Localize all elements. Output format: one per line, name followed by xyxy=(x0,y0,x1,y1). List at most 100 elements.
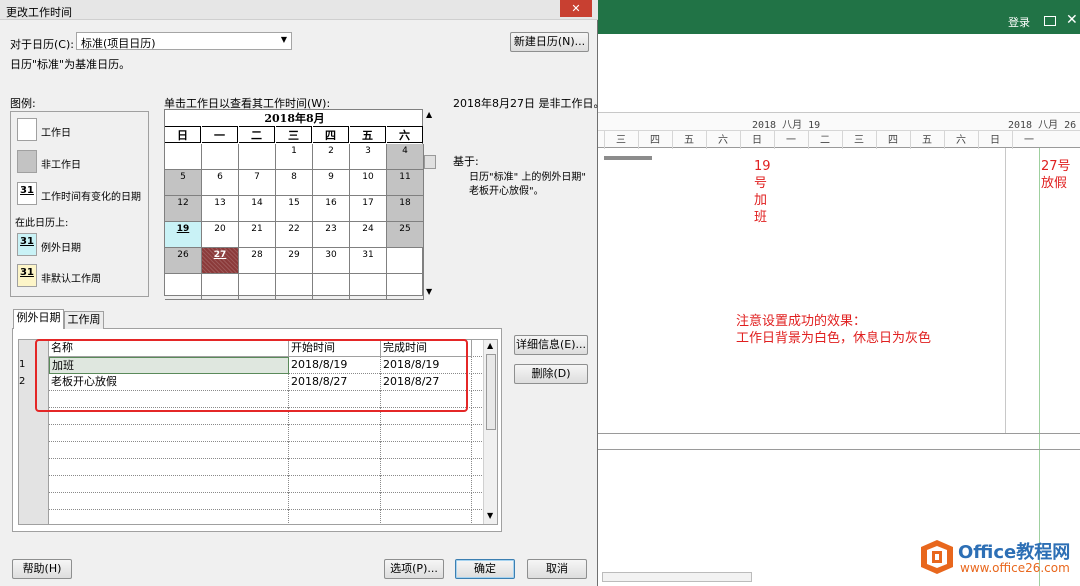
calendar-day-cell[interactable]: 19 xyxy=(165,222,202,248)
calendar-day-cell[interactable]: 8 xyxy=(276,170,313,196)
scroll-thumb[interactable] xyxy=(486,354,496,430)
calendar-day-cell[interactable]: 10 xyxy=(350,170,387,196)
calendar-day-cell[interactable]: 31 xyxy=(350,248,387,274)
delete-button[interactable]: 删除(D) xyxy=(514,364,588,384)
calendar-day-cell[interactable]: 11 xyxy=(387,170,424,196)
gantt-chart-area[interactable] xyxy=(598,148,1080,586)
vertical-scrollbar[interactable]: ▲ ▼ xyxy=(483,340,498,524)
calendar-day-cell[interactable]: 23 xyxy=(313,222,350,248)
cell-start[interactable] xyxy=(289,510,381,525)
calendar-day-cell[interactable]: 30 xyxy=(313,248,350,274)
horizontal-scrollbar[interactable] xyxy=(602,572,752,582)
calendar-day-cell[interactable]: 22 xyxy=(276,222,313,248)
cell-start[interactable] xyxy=(289,425,381,442)
calendar-day-cell[interactable]: 12 xyxy=(165,196,202,222)
calendar-day-cell[interactable]: 18 xyxy=(387,196,424,222)
calendar-day-cell[interactable]: 25 xyxy=(387,222,424,248)
scroll-up-icon[interactable]: ▲ xyxy=(487,341,493,350)
table-row[interactable] xyxy=(19,510,482,525)
gantt-day-label: 一 xyxy=(1012,131,1045,149)
row-number[interactable] xyxy=(19,476,49,493)
table-row[interactable] xyxy=(19,442,482,459)
cell-start[interactable] xyxy=(289,476,381,493)
calendar-day-cell[interactable] xyxy=(239,274,276,300)
row-number[interactable] xyxy=(19,425,49,442)
cell-name[interactable] xyxy=(49,459,289,476)
calendar-day-cell[interactable]: 5 xyxy=(165,170,202,196)
calendar-month-title: 2018年8月 xyxy=(165,110,424,125)
scroll-down-icon[interactable]: ▼ xyxy=(426,287,432,296)
calendar-day-cell[interactable] xyxy=(202,144,239,170)
row-number[interactable] xyxy=(19,442,49,459)
calendar-day-cell[interactable] xyxy=(202,274,239,300)
cancel-button[interactable]: 取消 xyxy=(527,559,587,579)
calendar-scroll-thumb[interactable] xyxy=(424,155,436,169)
cell-start[interactable] xyxy=(289,493,381,510)
calendar-day-cell[interactable] xyxy=(387,248,424,274)
calendar-day-cell[interactable]: 17 xyxy=(350,196,387,222)
calendar-day-cell[interactable]: 1 xyxy=(276,144,313,170)
calendar-day-cell[interactable]: 14 xyxy=(239,196,276,222)
calendar-day-cell[interactable]: 26 xyxy=(165,248,202,274)
calendar-day-cell[interactable]: 3 xyxy=(350,144,387,170)
cell-finish[interactable] xyxy=(381,442,472,459)
options-button[interactable]: 选项(P)... xyxy=(384,559,444,579)
new-calendar-button[interactable]: 新建日历(N)... xyxy=(510,32,589,52)
calendar-day-cell[interactable]: 28 xyxy=(239,248,276,274)
cell-finish[interactable] xyxy=(381,476,472,493)
tab-exceptions[interactable]: 例外日期 xyxy=(13,309,64,329)
calendar-dropdown[interactable]: 标准(项目日历) ▼ xyxy=(76,32,292,50)
table-row[interactable] xyxy=(19,459,482,476)
cell-name[interactable] xyxy=(49,476,289,493)
cell-name[interactable] xyxy=(49,425,289,442)
help-button[interactable]: 帮助(H) xyxy=(12,559,72,579)
month-calendar[interactable]: 2018年8月 日一二三四五六 123456789101112131415161… xyxy=(164,109,423,296)
calendar-day-cell[interactable] xyxy=(239,144,276,170)
task-bar[interactable] xyxy=(604,156,652,160)
table-row[interactable] xyxy=(19,493,482,510)
tab-work-weeks[interactable]: 工作周 xyxy=(64,311,104,329)
cell-name[interactable] xyxy=(49,510,289,525)
row-number[interactable] xyxy=(19,459,49,476)
cell-finish[interactable] xyxy=(381,425,472,442)
details-button[interactable]: 详细信息(E)... xyxy=(514,335,588,355)
calendar-day-cell[interactable]: 21 xyxy=(239,222,276,248)
calendar-day-cell[interactable]: 24 xyxy=(350,222,387,248)
table-row[interactable] xyxy=(19,425,482,442)
calendar-day-cell[interactable]: 13 xyxy=(202,196,239,222)
calendar-day-cell[interactable] xyxy=(276,274,313,300)
login-link[interactable]: 登录 xyxy=(1008,14,1030,30)
calendar-day-cell[interactable]: 2 xyxy=(313,144,350,170)
cell-finish[interactable] xyxy=(381,459,472,476)
calendar-day-cell[interactable]: 16 xyxy=(313,196,350,222)
row-number[interactable] xyxy=(19,493,49,510)
table-row[interactable] xyxy=(19,476,482,493)
calendar-day-cell[interactable] xyxy=(165,274,202,300)
calendar-day-cell[interactable]: 15 xyxy=(276,196,313,222)
calendar-day-cell[interactable]: 7 xyxy=(239,170,276,196)
cell-name[interactable] xyxy=(49,442,289,459)
close-window-icon[interactable]: ✕ xyxy=(1066,12,1078,28)
calendar-day-cell[interactable] xyxy=(387,274,424,300)
close-icon[interactable]: ✕ xyxy=(560,0,592,17)
cell-start[interactable] xyxy=(289,442,381,459)
cell-start[interactable] xyxy=(289,459,381,476)
calendar-day-cell[interactable]: 4 xyxy=(387,144,424,170)
cell-name[interactable] xyxy=(49,493,289,510)
calendar-day-cell[interactable]: 20 xyxy=(202,222,239,248)
calendar-day-cell[interactable]: 6 xyxy=(202,170,239,196)
calendar-day-cell[interactable] xyxy=(350,274,387,300)
calendar-day-cell[interactable]: 29 xyxy=(276,248,313,274)
restore-window-icon[interactable] xyxy=(1044,16,1056,26)
scroll-up-icon[interactable]: ▲ xyxy=(426,110,432,119)
ok-button[interactable]: 确定 xyxy=(455,559,515,579)
calendar-day-cell[interactable]: 27 xyxy=(202,248,239,274)
cell-finish[interactable] xyxy=(381,493,472,510)
calendar-day-cell[interactable] xyxy=(165,144,202,170)
row-number[interactable] xyxy=(19,510,49,525)
calendar-day-cell[interactable]: 9 xyxy=(313,170,350,196)
calendar-day-cell[interactable] xyxy=(313,274,350,300)
cell-finish[interactable] xyxy=(381,510,472,525)
scroll-down-icon[interactable]: ▼ xyxy=(487,511,493,520)
base-calendar-text: 日历"标准"为基准日历。 xyxy=(10,56,130,72)
